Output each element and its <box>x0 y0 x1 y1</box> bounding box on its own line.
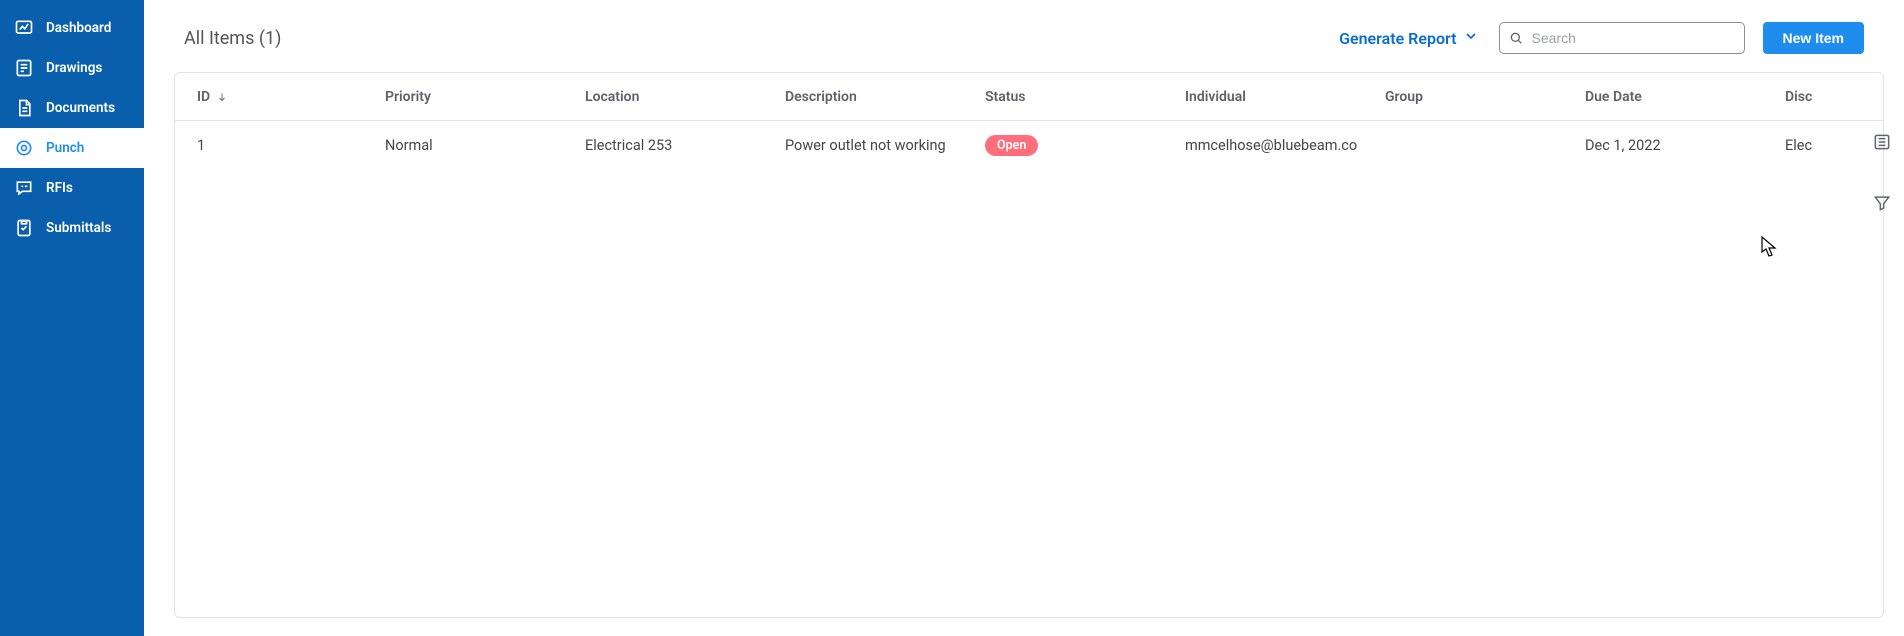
rfis-icon <box>14 178 34 198</box>
generate-report-button[interactable]: Generate Report <box>1339 28 1478 48</box>
sidebar-item-label: Documents <box>46 100 115 116</box>
col-header-description[interactable]: Description <box>775 89 975 105</box>
sidebar-item-label: Dashboard <box>46 20 111 36</box>
search-icon <box>1508 30 1524 46</box>
cell-due-date: Dec 1, 2022 <box>1575 137 1775 154</box>
col-header-label: Group <box>1385 89 1423 105</box>
sidebar-item-documents[interactable]: Documents <box>0 88 144 128</box>
documents-icon <box>14 98 34 118</box>
col-header-group[interactable]: Group <box>1375 89 1575 105</box>
sidebar-item-label: Punch <box>46 140 84 156</box>
sort-down-icon <box>216 91 228 103</box>
col-header-label: Disc <box>1785 89 1812 105</box>
col-header-id[interactable]: ID <box>175 89 375 105</box>
app-root: Dashboard Drawings Documents Punch RFIs <box>0 0 1904 636</box>
sidebar-item-label: Submittals <box>46 220 111 236</box>
sidebar-item-submittals[interactable]: Submittals <box>0 208 144 248</box>
new-item-button[interactable]: New Item <box>1763 22 1864 54</box>
status-badge: Open <box>985 135 1038 156</box>
sidebar-item-punch[interactable]: Punch <box>0 128 144 168</box>
col-header-location[interactable]: Location <box>575 89 775 105</box>
cell-individual: mmcelhose@bluebeam.co <box>1175 137 1375 154</box>
col-header-label: Location <box>585 89 639 105</box>
generate-report-label: Generate Report <box>1339 29 1456 48</box>
col-header-individual[interactable]: Individual <box>1175 89 1375 105</box>
col-header-status[interactable]: Status <box>975 89 1175 105</box>
cell-id: 1 <box>175 137 375 154</box>
col-header-label: Status <box>985 89 1025 105</box>
col-header-label: Description <box>785 89 857 105</box>
cell-status: Open <box>975 135 1175 156</box>
main: All Items (1) Generate Report New Item I… <box>144 0 1904 636</box>
right-rail <box>1868 128 1896 220</box>
table-row[interactable]: 1 Normal Electrical 253 Power outlet not… <box>175 121 1883 169</box>
cell-discipline: Elec <box>1775 137 1855 154</box>
submittals-icon <box>14 218 34 238</box>
sidebar-item-rfis[interactable]: RFIs <box>0 168 144 208</box>
col-header-discipline[interactable]: Disc <box>1775 89 1855 105</box>
table-header-row: ID Priority Location Description Status <box>175 73 1883 121</box>
cell-location: Electrical 253 <box>575 137 775 154</box>
page-title: All Items (1) <box>184 28 281 49</box>
filter-icon <box>1872 201 1892 216</box>
col-header-due-date[interactable]: Due Date <box>1575 89 1775 105</box>
sidebar-item-label: Drawings <box>46 60 102 76</box>
search-wrap <box>1499 22 1745 54</box>
filter-button[interactable] <box>1868 189 1896 220</box>
col-header-label: Due Date <box>1585 89 1642 105</box>
sidebar-item-drawings[interactable]: Drawings <box>0 48 144 88</box>
sidebar: Dashboard Drawings Documents Punch RFIs <box>0 0 144 636</box>
search-input[interactable] <box>1499 22 1745 54</box>
dashboard-icon <box>14 18 34 38</box>
sidebar-item-label: RFIs <box>46 180 73 196</box>
table: ID Priority Location Description Status <box>174 72 1884 618</box>
topbar: All Items (1) Generate Report New Item <box>144 0 1904 72</box>
columns-button[interactable] <box>1868 128 1896 159</box>
sidebar-item-dashboard[interactable]: Dashboard <box>0 8 144 48</box>
columns-icon <box>1872 140 1892 155</box>
col-header-label: Priority <box>385 89 431 105</box>
col-header-priority[interactable]: Priority <box>375 89 575 105</box>
cell-description: Power outlet not working <box>775 137 975 154</box>
drawings-icon <box>14 58 34 78</box>
chevron-down-icon <box>1463 28 1479 48</box>
col-header-label: ID <box>197 89 210 105</box>
col-header-label: Individual <box>1185 89 1246 105</box>
punch-icon <box>14 138 34 158</box>
cell-priority: Normal <box>375 137 575 154</box>
